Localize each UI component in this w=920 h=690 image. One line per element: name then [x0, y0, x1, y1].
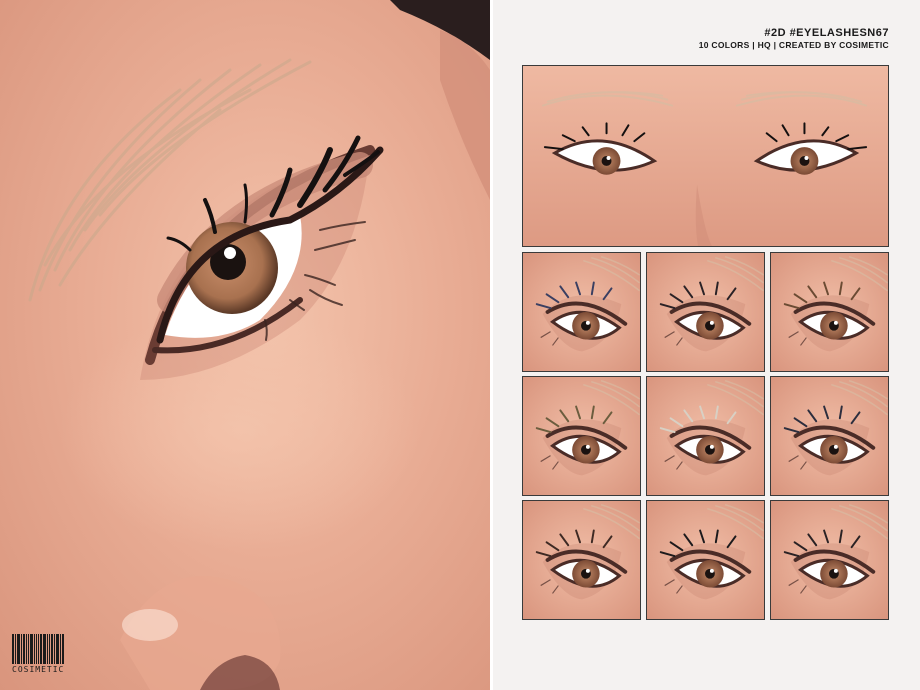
swatch-thumbnail [522, 252, 641, 372]
barcode-icon [12, 634, 64, 664]
page-title: #2D #EYELASHESN67 [764, 27, 889, 39]
page-subtitle: 10 COLORS | HQ | CREATED BY COSIMETIC [698, 40, 889, 50]
brand-name: COSIMETIC [12, 665, 65, 674]
swatch-thumbnail [646, 500, 765, 620]
swatch-thumbnail [770, 252, 889, 372]
swatch-thumbnail [646, 376, 765, 496]
brand-barcode: COSIMETIC [12, 634, 64, 674]
swatch-thumbnail [522, 500, 641, 620]
swatch-thumbnail [770, 376, 889, 496]
face-preview-image [523, 66, 888, 246]
face-preview [522, 65, 889, 247]
swatch-thumbnail [522, 376, 641, 496]
hero-closeup-image: COSIMETIC [0, 0, 490, 690]
hero-eye-illustration [28, 0, 490, 690]
swatch-thumbnail [770, 500, 889, 620]
preview-panel: #2D #EYELASHESN67 10 COLORS | HQ | CREAT… [493, 0, 920, 690]
swatch-thumbnail [646, 252, 765, 372]
